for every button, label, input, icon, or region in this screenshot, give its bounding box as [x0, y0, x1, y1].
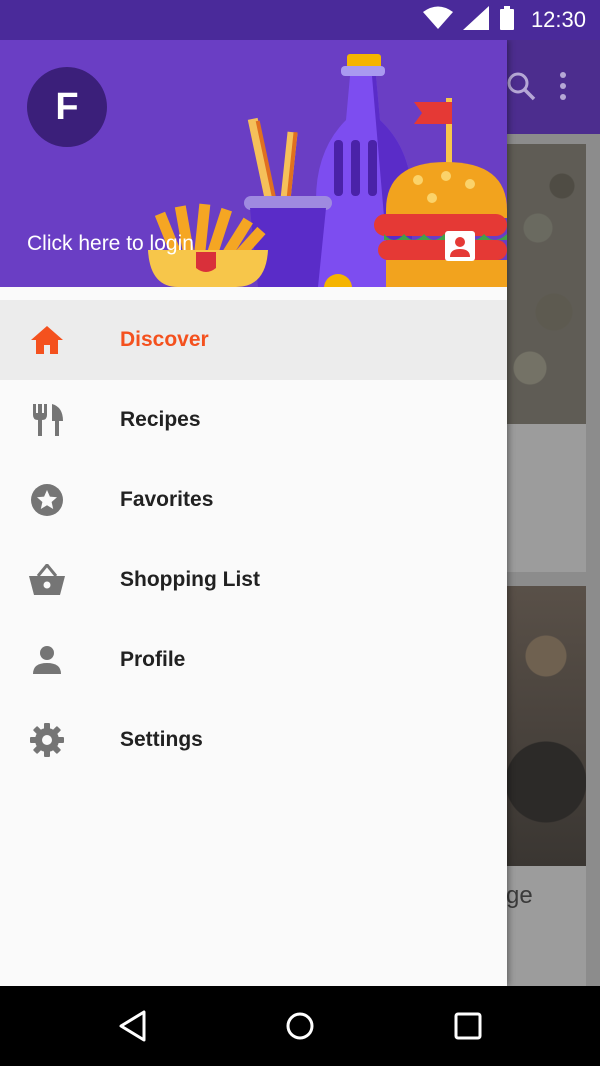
- menu-item-label: Settings: [120, 728, 203, 751]
- navigation-drawer: F Click here to login Discover Recipes F…: [0, 40, 507, 986]
- menu-item-label: Shopping List: [120, 568, 260, 591]
- menu-item-favorites[interactable]: Favorites: [0, 460, 507, 540]
- fork-knife-icon: [28, 400, 66, 440]
- recipe-image: [506, 144, 586, 424]
- drawer-header[interactable]: F Click here to login: [0, 40, 507, 287]
- background-recipe-card[interactable]: ge: [506, 586, 586, 986]
- menu-item-label: Recipes: [120, 408, 201, 431]
- home-icon: [28, 320, 66, 360]
- recipe-title-fragment: ge: [506, 882, 533, 909]
- background-recipe-card[interactable]: [506, 144, 586, 572]
- drawer-menu: Discover Recipes Favorites Shopping List…: [0, 300, 507, 780]
- more-options-icon[interactable]: [555, 70, 571, 107]
- avatar[interactable]: F: [27, 67, 107, 147]
- search-icon[interactable]: [505, 70, 537, 107]
- menu-item-profile[interactable]: Profile: [0, 620, 507, 700]
- navigation-bar: [0, 986, 600, 1066]
- back-icon[interactable]: [113, 1006, 153, 1046]
- menu-item-discover[interactable]: Discover: [0, 300, 507, 380]
- menu-item-label: Profile: [120, 648, 186, 671]
- status-time: 12:30: [530, 7, 586, 32]
- recipe-image: [506, 586, 586, 866]
- recents-icon[interactable]: [448, 1006, 488, 1046]
- menu-item-label: Favorites: [120, 488, 214, 511]
- account-box-icon[interactable]: [444, 230, 476, 262]
- home-button-icon[interactable]: [280, 1006, 320, 1046]
- star-icon: [28, 480, 66, 520]
- menu-item-label: Discover: [120, 328, 209, 351]
- person-icon: [28, 640, 66, 680]
- battery-icon: [499, 5, 515, 35]
- menu-item-shopping-list[interactable]: Shopping List: [0, 540, 507, 620]
- menu-item-settings[interactable]: Settings: [0, 700, 507, 780]
- menu-item-recipes[interactable]: Recipes: [0, 380, 507, 460]
- signal-icon: [462, 5, 489, 35]
- login-link[interactable]: Click here to login: [27, 232, 194, 256]
- status-bar: 12:30: [0, 0, 600, 40]
- gear-icon: [28, 720, 66, 760]
- wifi-icon: [422, 6, 453, 35]
- basket-icon: [28, 560, 66, 600]
